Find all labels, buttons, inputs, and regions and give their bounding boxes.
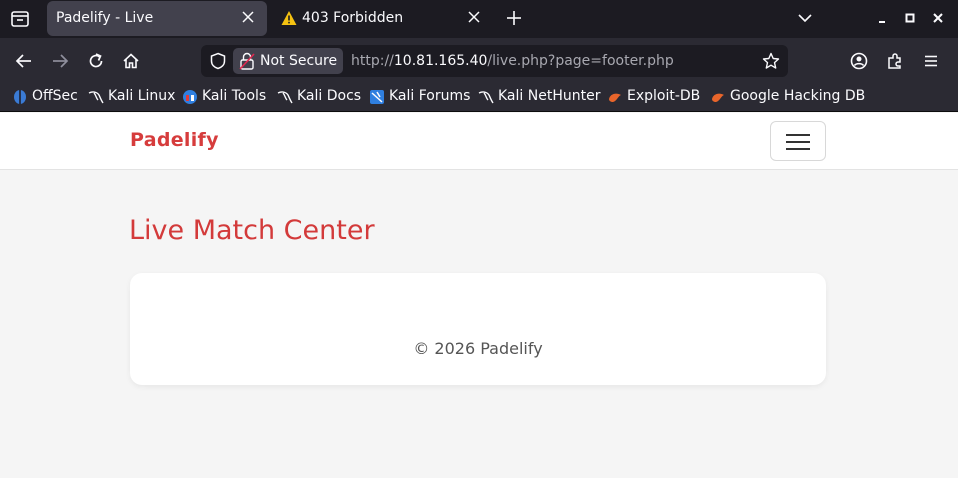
bookmark-label: Google Hacking DB [730,88,866,104]
bookmark-label: Kali Tools [202,88,267,104]
exploitdb-icon [609,93,621,102]
page-content: Padelify Live Match Center © 2026 Padeli… [0,113,958,478]
tab-title: Padelify - Live [56,10,154,26]
bookmark-label: Kali NetHunter [498,88,601,104]
tab-padelify-live[interactable]: Padelify - Live [47,1,267,36]
bookmark-label: Kali Docs [297,88,362,104]
tab-403-forbidden[interactable]: 403 Forbidden [272,1,492,36]
kali-icon [277,91,293,104]
footer-copyright: © 2026 Padelify [413,339,543,358]
security-indicator[interactable]: Not Secure [233,48,343,74]
close-icon[interactable] [241,10,255,24]
reload-icon[interactable] [86,51,106,71]
content-card: © 2026 Padelify [130,273,826,385]
url-text[interactable]: http://10.81.165.40/live.php?page=footer… [351,53,674,69]
exploitdb-icon [712,93,724,102]
brand-logo-link[interactable]: Padelify [130,129,219,151]
chevron-down-icon[interactable] [796,9,814,27]
hamburger-line [786,141,810,143]
url-scheme: http:// [351,53,394,69]
bookmark-label: Kali Linux [108,88,176,104]
tab-list-icon[interactable] [8,7,32,31]
bookmark-label: Kali Forums [389,88,471,104]
close-icon[interactable] [467,10,481,24]
tab-title: 403 Forbidden [302,10,404,26]
page-title: Live Match Center [129,215,375,246]
new-tab-icon[interactable] [505,9,523,27]
url-path: /live.php?page=footer.php [487,53,674,69]
url-bar[interactable]: Not Secure http://10.81.165.40/live.php?… [201,45,788,77]
kali-icon [88,91,104,104]
forward-icon[interactable] [50,51,70,71]
window-close-icon[interactable] [929,9,947,27]
url-host: 10.81.165.40 [393,53,488,69]
kali-forums-icon [370,90,384,104]
insecure-lock-icon [239,52,255,70]
extensions-icon[interactable] [885,51,905,71]
bookmark-star-icon[interactable] [762,52,780,70]
not-secure-label: Not Secure [260,53,338,69]
kali-tools-icon [183,90,197,104]
minimize-icon[interactable] [873,9,891,27]
hamburger-line [786,148,810,150]
tab-bar: Padelify - Live 403 Forbidden [0,0,958,38]
maximize-icon[interactable] [901,9,919,27]
bookmarks-toolbar: OffSec Kali Linux Kali Tools Kali Docs K… [0,83,958,112]
site-navbar: Padelify [0,113,958,170]
back-icon[interactable] [14,51,34,71]
hamburger-line [786,134,810,136]
bookmark-label: Exploit-DB [627,88,701,104]
navigation-toolbar: Not Secure http://10.81.165.40/live.php?… [0,38,958,83]
kali-icon [478,91,494,104]
shield-icon[interactable] [209,52,227,70]
warning-icon [281,11,297,25]
account-icon[interactable] [849,51,869,71]
home-icon[interactable] [121,51,141,71]
menu-icon[interactable] [921,51,941,71]
offsec-icon [14,90,26,104]
navbar-toggle-button[interactable] [770,121,826,161]
bookmark-label: OffSec [32,88,78,104]
